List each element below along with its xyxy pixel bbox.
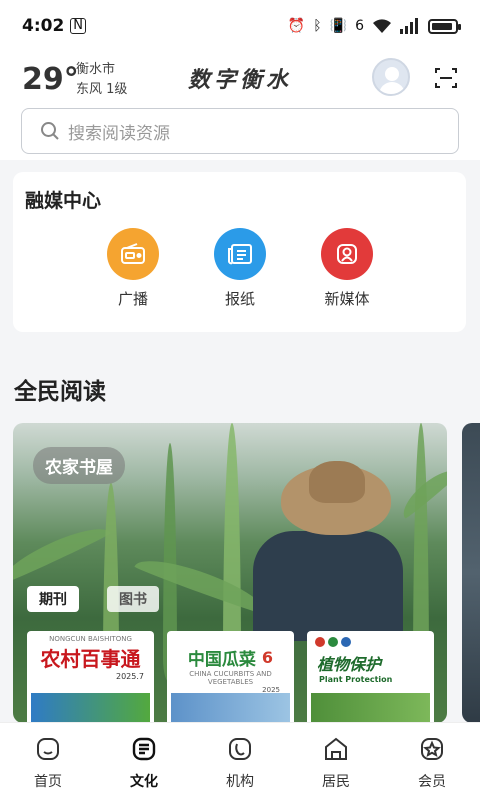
new-media-icon [321,228,373,280]
bottom-tab-bar: 首页 文化 机构 居民 会员 [0,722,480,800]
tab-culture[interactable]: 文化 [96,723,192,800]
tab-books[interactable]: 图书 [107,586,159,612]
search-placeholder: 搜索阅读资源 [68,123,170,144]
magazine-issue: 2025.7 [116,672,144,681]
reading-section-title: 全民阅读 [14,379,106,405]
city-name: 衡水市 [76,62,116,77]
institution-icon [229,738,251,760]
magazine-title: 农村百事通 [40,647,141,671]
magazine-subtitle: Plant Protection [319,675,393,684]
network-type-icon: 6 [355,18,364,34]
tab-label: 会员 [418,774,446,790]
magazine-title: 植物保护 [317,655,382,674]
weather-location: 衡水市 东风 1级 [76,60,127,100]
search-icon [41,122,59,140]
scan-icon[interactable] [434,66,458,90]
media-center-card: 融媒中心 广播 报纸 新媒体 [13,172,466,332]
radio-icon [107,228,159,280]
magazine-cover[interactable]: 植物保护 Plant Protection [307,631,434,723]
tab-home[interactable]: 首页 [0,723,96,800]
tab-label: 首页 [34,774,62,790]
magazine-cover[interactable]: NONGCUN BAISHITONG 农村百事通 2025.7 [27,631,154,723]
tab-label: 居民 [322,774,350,790]
avatar[interactable] [372,58,410,96]
tab-label: 文化 [130,774,158,790]
tab-member[interactable]: 会员 [384,723,480,800]
resident-icon [325,737,347,760]
newspaper-icon [214,228,266,280]
media-item-radio[interactable]: 广播 [93,228,173,309]
magazine-subtitle: CHINA CUCURBITS AND VEGETABLES [189,670,272,686]
tab-resident[interactable]: 居民 [288,723,384,800]
tab-periodicals[interactable]: 期刊 [27,586,79,612]
wind-info: 东风 1级 [76,82,128,97]
media-item-label: 报纸 [224,290,255,308]
banner-tag: 农家书屋 [33,447,125,484]
next-banner-peek[interactable] [462,423,480,723]
culture-icon [132,737,156,761]
farm-library-banner[interactable]: 农家书屋 期刊 图书 NONGCUN BAISHITONG 农村百事通 2025… [13,423,447,723]
magazine-cover[interactable]: 中国瓜菜 6 CHINA CUCURBITS AND VEGETABLES 20… [167,631,294,723]
media-item-label: 广播 [117,290,148,308]
bluetooth-icon: ᛒ [313,18,322,34]
tab-label: 机构 [226,774,254,790]
brand-logo: 数字衡水 [187,67,292,93]
status-icons: ⏰ ᛒ 📳 6 [287,18,461,34]
status-bar: 4:02 N ⏰ ᛒ 📳 6 [0,0,480,52]
alarm-icon: ⏰ [287,18,306,34]
media-item-new-media[interactable]: 新媒体 [307,228,387,309]
media-item-newspaper[interactable]: 报纸 [200,228,280,309]
magazine-subtitle: NONGCUN BAISHITONG [49,635,132,643]
battery-icon [428,18,461,34]
home-icon [37,738,59,760]
magazine-title: 中国瓜菜 [187,650,256,670]
magazine-issue: 6 [261,648,274,667]
media-item-label: 新媒体 [324,290,370,308]
temperature: 29° [22,62,79,97]
status-time: 4:02 [22,16,65,36]
media-center-title: 融媒中心 [25,190,102,212]
signal-icon [400,18,418,34]
search-input[interactable]: 搜索阅读资源 [21,108,459,154]
tab-institution[interactable]: 机构 [192,723,288,800]
wifi-icon [373,19,391,33]
nfc-icon: N [70,18,87,34]
member-icon [421,738,443,760]
header: 29° 衡水市 东风 1级 数字衡水 搜索阅读资源 [0,52,480,160]
vibrate-icon: 📳 [329,18,348,34]
